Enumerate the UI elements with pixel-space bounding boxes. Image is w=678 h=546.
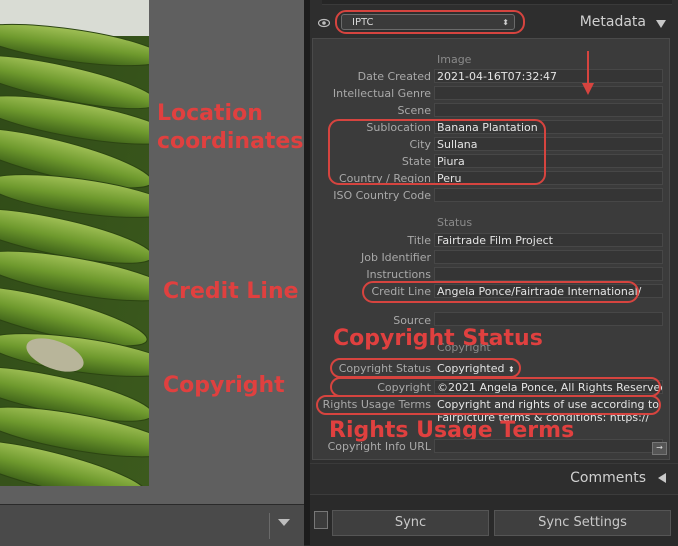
highlight-rights-usage	[316, 395, 661, 415]
highlight-copyright	[330, 377, 661, 397]
iptc-fields: Image Date Created 2021-04-16T07:32:47 I…	[312, 38, 670, 460]
description-writer-edge	[322, 0, 672, 5]
collapse-down-icon[interactable]	[656, 20, 666, 28]
highlight-location	[328, 119, 546, 185]
banana-photo-graphic	[0, 0, 149, 486]
field-iso-country[interactable]	[434, 188, 663, 202]
label-title: Title	[407, 234, 431, 247]
sync-toggle-switch[interactable]	[314, 511, 328, 529]
label-copyright-info-url: Copyright Info URL	[327, 440, 431, 453]
label-iso-country: ISO Country Code	[333, 189, 431, 202]
sync-settings-button[interactable]: Sync Settings	[494, 510, 671, 536]
label-date-created: Date Created	[357, 70, 431, 83]
banana-photo	[0, 0, 149, 486]
field-title[interactable]: Fairtrade Film Project	[434, 233, 663, 247]
comments-header[interactable]: Comments	[310, 463, 678, 492]
down-arrow-annotation-icon	[582, 51, 594, 95]
image-preview-area: Location coordinates Credit Line Copyrig…	[0, 0, 304, 546]
field-instructions[interactable]	[434, 267, 663, 281]
toolbar-divider	[269, 513, 270, 539]
field-job-identifier[interactable]	[434, 250, 663, 264]
expand-left-icon[interactable]	[658, 473, 666, 483]
label-job-identifier: Job Identifier	[360, 251, 431, 264]
filmstrip-toolbar	[0, 504, 304, 546]
annotation-credit-line: Credit Line	[163, 279, 299, 304]
label-intellectual-genre: Intellectual Genre	[332, 87, 431, 100]
highlight-preset	[335, 10, 525, 34]
highlight-credit-line	[362, 281, 639, 303]
section-image: Image	[437, 53, 472, 66]
annotation-copyright: Copyright	[163, 373, 285, 398]
field-intellectual-genre[interactable]	[434, 86, 663, 100]
go-to-url-icon[interactable]: →	[652, 442, 667, 455]
section-status: Status	[437, 216, 473, 229]
field-source[interactable]	[434, 312, 663, 326]
label-scene: Scene	[397, 104, 431, 117]
sync-button[interactable]: Sync	[332, 510, 489, 536]
sync-bar: Sync Sync Settings	[310, 494, 678, 546]
annotation-copyright-status: Copyright Status	[333, 326, 543, 351]
metadata-header[interactable]: IPTC ⬍ Metadata	[310, 8, 678, 38]
field-copyright-info-url[interactable]	[434, 439, 663, 453]
annotation-location-coordinates: Location coordinates	[157, 101, 304, 154]
eye-icon[interactable]	[318, 18, 330, 28]
highlight-copyright-status	[330, 358, 521, 378]
panel-title: Metadata	[579, 14, 646, 30]
comments-title: Comments	[570, 470, 646, 486]
label-instructions: Instructions	[366, 268, 431, 281]
field-date-created[interactable]: 2021-04-16T07:32:47	[434, 69, 663, 83]
field-scene[interactable]	[434, 103, 663, 117]
metadata-panel: IPTC ⬍ Metadata Image Date Created 2021-…	[310, 0, 678, 546]
chevron-down-icon[interactable]	[278, 519, 290, 526]
